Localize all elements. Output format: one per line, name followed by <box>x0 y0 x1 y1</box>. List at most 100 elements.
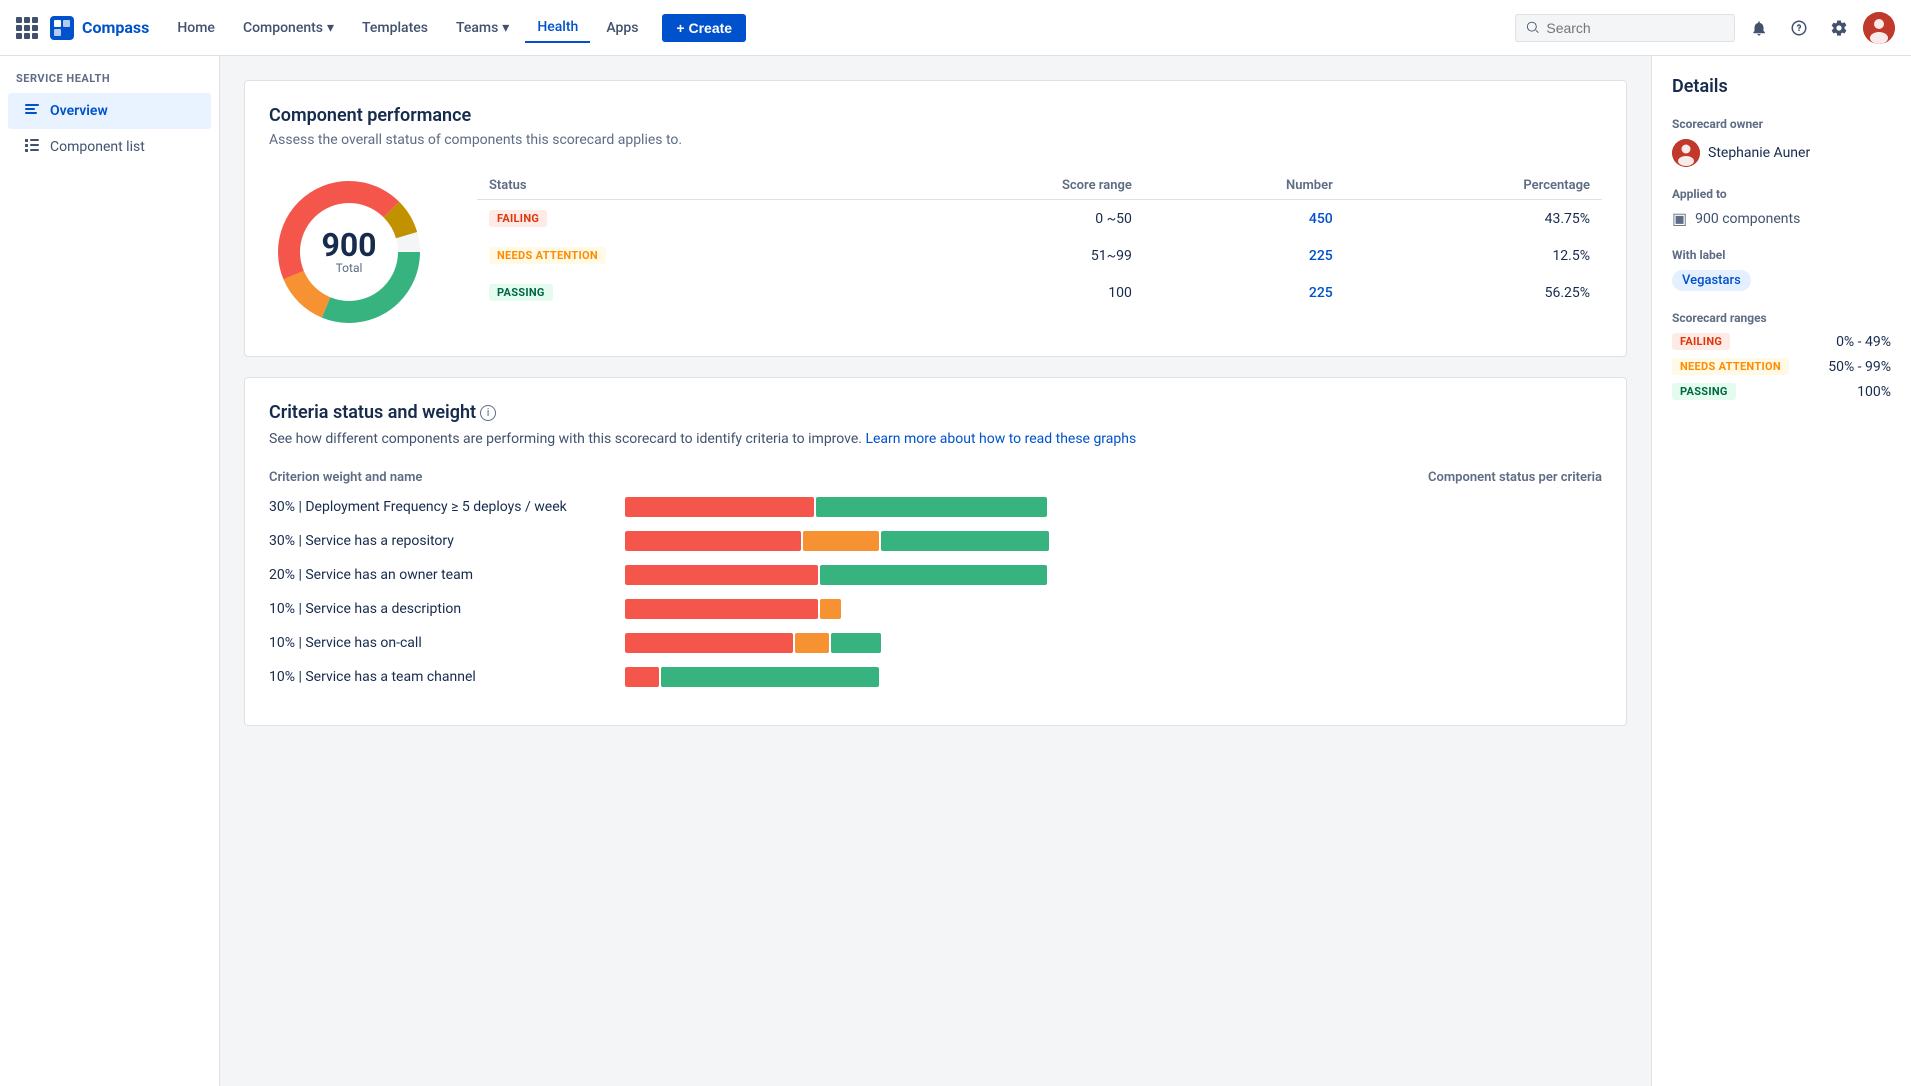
bar-row: 30% | Service has a repository <box>269 531 1602 551</box>
nav-apps[interactable]: Apps <box>594 14 650 42</box>
bar-red <box>625 497 814 517</box>
help-button[interactable] <box>1783 12 1815 44</box>
bar-red <box>625 531 801 551</box>
score-range: 100 <box>877 274 1144 311</box>
label-tag[interactable]: Vegastars <box>1672 270 1751 291</box>
logo-text: Compass <box>82 18 149 37</box>
criteria-col-left: Criterion weight and name <box>269 470 422 485</box>
bar-green <box>661 667 879 687</box>
score-range: 51~99 <box>877 237 1144 274</box>
col-percentage: Percentage <box>1345 172 1602 200</box>
search-box[interactable] <box>1515 14 1735 42</box>
bar-red <box>625 565 818 585</box>
bar-label: 10% | Service has on-call <box>269 635 609 651</box>
scorecard-ranges-label: Scorecard ranges <box>1672 311 1891 325</box>
bar-label: 10% | Service has a description <box>269 601 609 617</box>
donut-center: 900 Total <box>321 229 376 275</box>
bar-label: 30% | Deployment Frequency ≥ 5 deploys /… <box>269 499 609 515</box>
with-label-label: With label <box>1672 248 1891 262</box>
bar-track <box>625 565 1602 585</box>
nav-health[interactable]: Health <box>525 13 590 43</box>
details-panel: Details Scorecard owner Stephanie Auner … <box>1651 56 1911 1086</box>
bar-label: 10% | Service has a team channel <box>269 669 609 685</box>
bar-label: 20% | Service has an owner team <box>269 567 609 583</box>
status-badge: FAILING <box>489 210 547 227</box>
range-badge: FAILING <box>1672 333 1730 350</box>
range-row: PASSING 100% <box>1672 383 1891 400</box>
range-pct: 0% - 49% <box>1836 334 1891 350</box>
notifications-button[interactable] <box>1743 12 1775 44</box>
info-icon[interactable]: i <box>480 405 496 421</box>
bar-orange <box>820 599 841 619</box>
number-link[interactable]: 450 <box>1309 211 1333 227</box>
criteria-status-card: Criteria status and weight i See how dif… <box>244 377 1627 726</box>
applied-to-row: ▣ 900 components <box>1672 209 1891 228</box>
nav-components[interactable]: Components ▾ <box>231 14 346 42</box>
component-performance-title: Component performance <box>269 105 1602 126</box>
list-icon <box>24 137 40 157</box>
bell-icon <box>1750 19 1768 37</box>
col-number: Number <box>1144 172 1345 200</box>
app-switcher-icon[interactable] <box>16 17 38 39</box>
applied-to-section: Applied to ▣ 900 components <box>1672 187 1891 228</box>
scorecard-owner-label: Scorecard owner <box>1672 117 1891 131</box>
bar-track <box>625 667 1602 687</box>
topnav-right <box>1515 12 1895 44</box>
bar-track <box>625 633 1602 653</box>
bar-green <box>831 633 881 653</box>
bar-red <box>625 633 793 653</box>
col-status: Status <box>477 172 877 200</box>
bar-green <box>820 565 1047 585</box>
bar-label: 30% | Service has a repository <box>269 533 609 549</box>
range-pct: 50% - 99% <box>1828 359 1891 375</box>
avatar[interactable] <box>1863 12 1895 44</box>
sidebar-section-label: Service Health <box>0 72 219 93</box>
donut-total: 900 <box>321 229 376 261</box>
bar-track <box>625 599 1602 619</box>
owner-row: Stephanie Auner <box>1672 139 1891 167</box>
help-icon <box>1790 19 1808 37</box>
number-link[interactable]: 225 <box>1309 248 1333 264</box>
status-badge: NEEDS ATTENTION <box>489 247 606 264</box>
sidebar-item-overview[interactable]: Overview <box>8 93 211 129</box>
col-score-range: Score range <box>877 172 1144 200</box>
owner-name: Stephanie Auner <box>1708 145 1810 161</box>
bar-green <box>816 497 1047 517</box>
bar-red <box>625 667 659 687</box>
component-performance-card: Component performance Assess the overall… <box>244 80 1627 357</box>
logo-icon <box>50 16 74 40</box>
nav-teams[interactable]: Teams ▾ <box>444 14 521 42</box>
bar-red <box>625 599 818 619</box>
gear-icon <box>1830 19 1848 37</box>
chevron-down-icon: ▾ <box>502 20 509 36</box>
number-link[interactable]: 225 <box>1309 285 1333 301</box>
search-input[interactable] <box>1546 20 1724 36</box>
overview-icon <box>24 101 40 121</box>
nav-home[interactable]: Home <box>165 14 227 42</box>
nav-templates[interactable]: Templates <box>350 14 440 42</box>
scorecard-ranges-section: Scorecard ranges FAILING 0% - 49% NEEDS … <box>1672 311 1891 400</box>
range-pct: 100% <box>1857 384 1891 400</box>
criteria-col-right: Component status per criteria <box>1428 470 1602 485</box>
learn-more-link[interactable]: Learn more about how to read these graph… <box>865 431 1136 447</box>
sidebar: Service Health Overview Component list <box>0 56 220 1086</box>
sidebar-item-component-list[interactable]: Component list <box>8 129 211 165</box>
applied-to-value: 900 components <box>1695 211 1800 227</box>
details-title: Details <box>1672 76 1891 97</box>
bar-track <box>625 531 1602 551</box>
bar-row: 10% | Service has a team channel <box>269 667 1602 687</box>
scorecard-ranges-list: FAILING 0% - 49% NEEDS ATTENTION 50% - 9… <box>1672 333 1891 400</box>
table-row: NEEDS ATTENTION 51~99 225 12.5% <box>477 237 1602 274</box>
status-table: Status Score range Number Percentage FAI… <box>477 172 1602 311</box>
sidebar-item-label: Overview <box>50 103 108 119</box>
donut-chart: 900 Total <box>269 172 429 332</box>
range-badge: NEEDS ATTENTION <box>1672 358 1789 375</box>
bar-row: 20% | Service has an owner team <box>269 565 1602 585</box>
logo[interactable]: Compass <box>50 16 149 40</box>
create-button[interactable]: + Create <box>662 14 746 42</box>
settings-button[interactable] <box>1823 12 1855 44</box>
status-badge: PASSING <box>489 284 553 301</box>
scorecard-owner-section: Scorecard owner Stephanie Auner <box>1672 117 1891 167</box>
range-row: FAILING 0% - 49% <box>1672 333 1891 350</box>
criteria-header-row: Criterion weight and name Component stat… <box>269 470 1602 485</box>
